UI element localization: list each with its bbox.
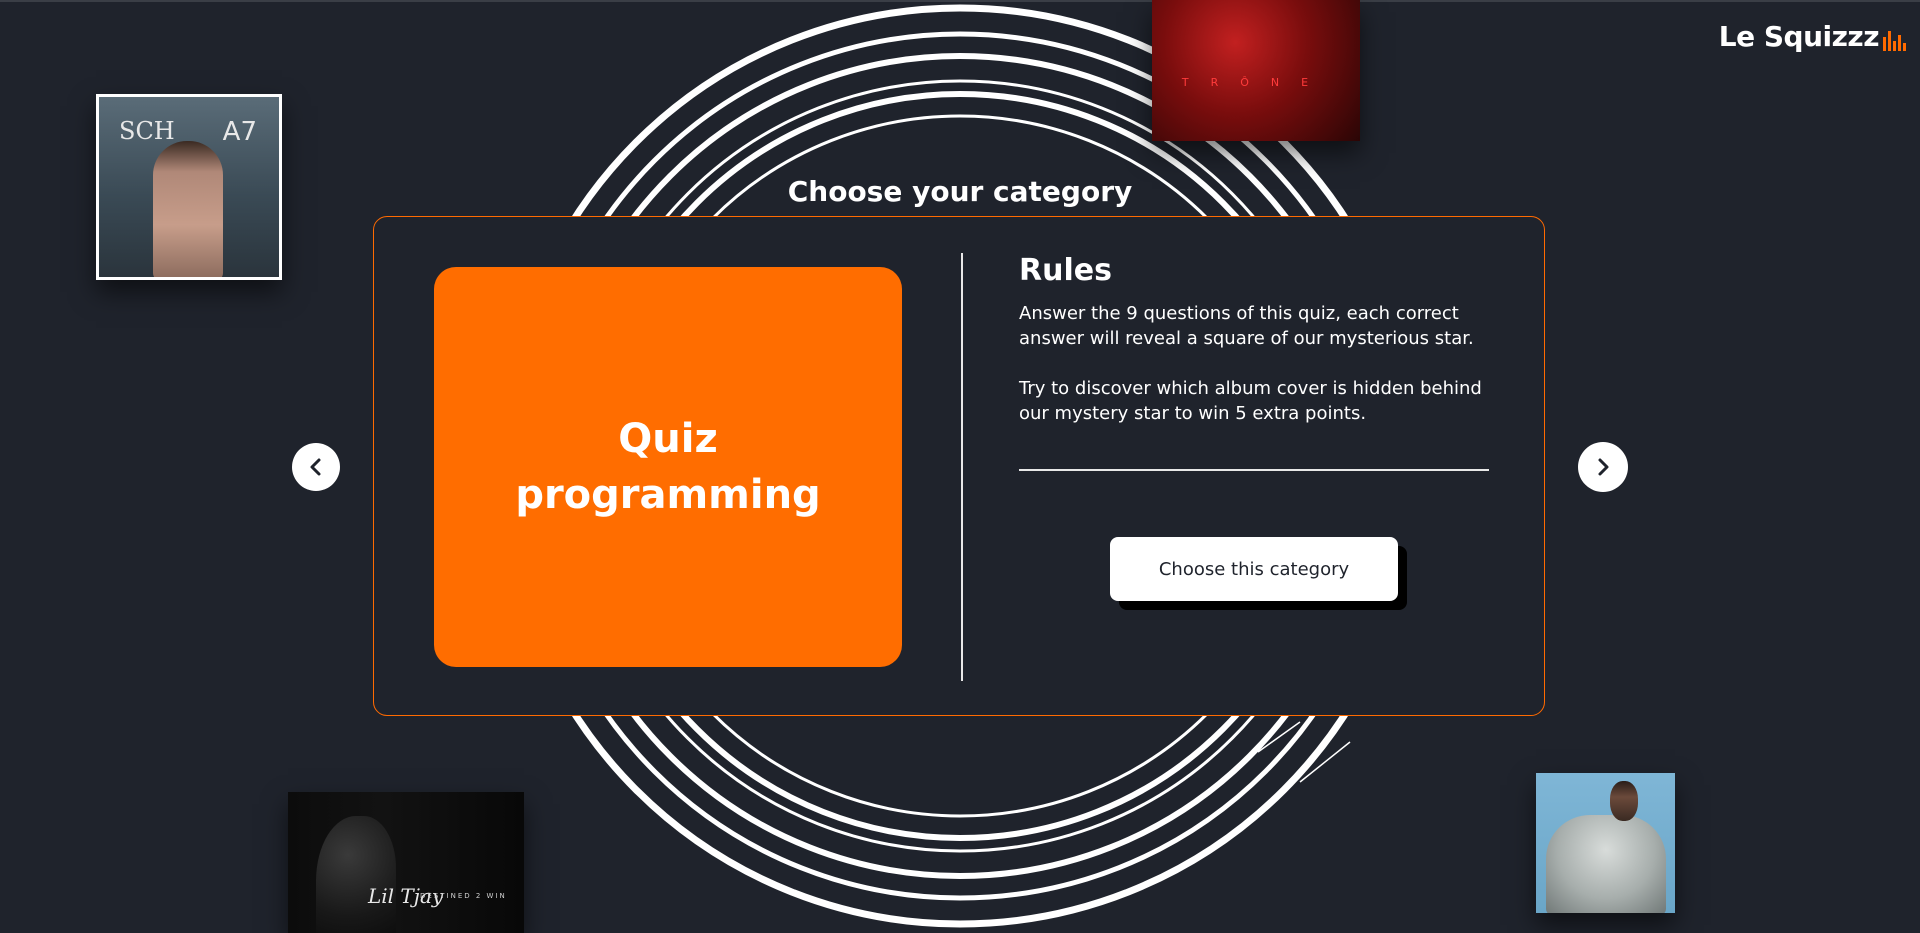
cover-title: TRÔNE [1181, 76, 1331, 89]
category-card: Quiz programming Rules Answer the 9 ques… [373, 216, 1545, 716]
page-title: Choose your category [787, 175, 1133, 208]
cover-text-left: SCH [119, 117, 175, 145]
brand-logo[interactable]: Le Squizzz [1719, 20, 1906, 53]
cover-artist-figure [153, 141, 223, 277]
next-category-button[interactable] [1578, 442, 1628, 492]
album-cover-bottom-right [1536, 773, 1675, 913]
equalizer-icon [1883, 29, 1906, 51]
album-cover-bottom-left: Lil Tjay DESTINED 2 WIN [288, 792, 524, 933]
horizontal-divider [1019, 469, 1489, 471]
cover-artist-figure [316, 816, 396, 933]
previous-category-button[interactable] [292, 443, 340, 491]
category-name: Quiz programming [515, 416, 821, 518]
category-tile[interactable]: Quiz programming [434, 267, 902, 667]
rules-title: Rules [1019, 253, 1112, 288]
cover-text-right: A7 [222, 117, 257, 147]
cover-subtitle: DESTINED 2 WIN [420, 892, 507, 900]
cover-artist-face [1610, 781, 1638, 821]
cover-artist-jacket [1546, 815, 1666, 913]
vertical-divider [961, 253, 963, 681]
choose-category-button[interactable]: Choose this category [1110, 537, 1398, 601]
chevron-left-icon [310, 458, 321, 476]
rules-text: Answer the 9 questions of this quiz, eac… [1019, 303, 1482, 424]
brand-name: Le Squizzz [1718, 20, 1880, 53]
album-cover-top-center: TRÔNE [1152, 0, 1360, 141]
chevron-right-icon [1598, 458, 1609, 476]
